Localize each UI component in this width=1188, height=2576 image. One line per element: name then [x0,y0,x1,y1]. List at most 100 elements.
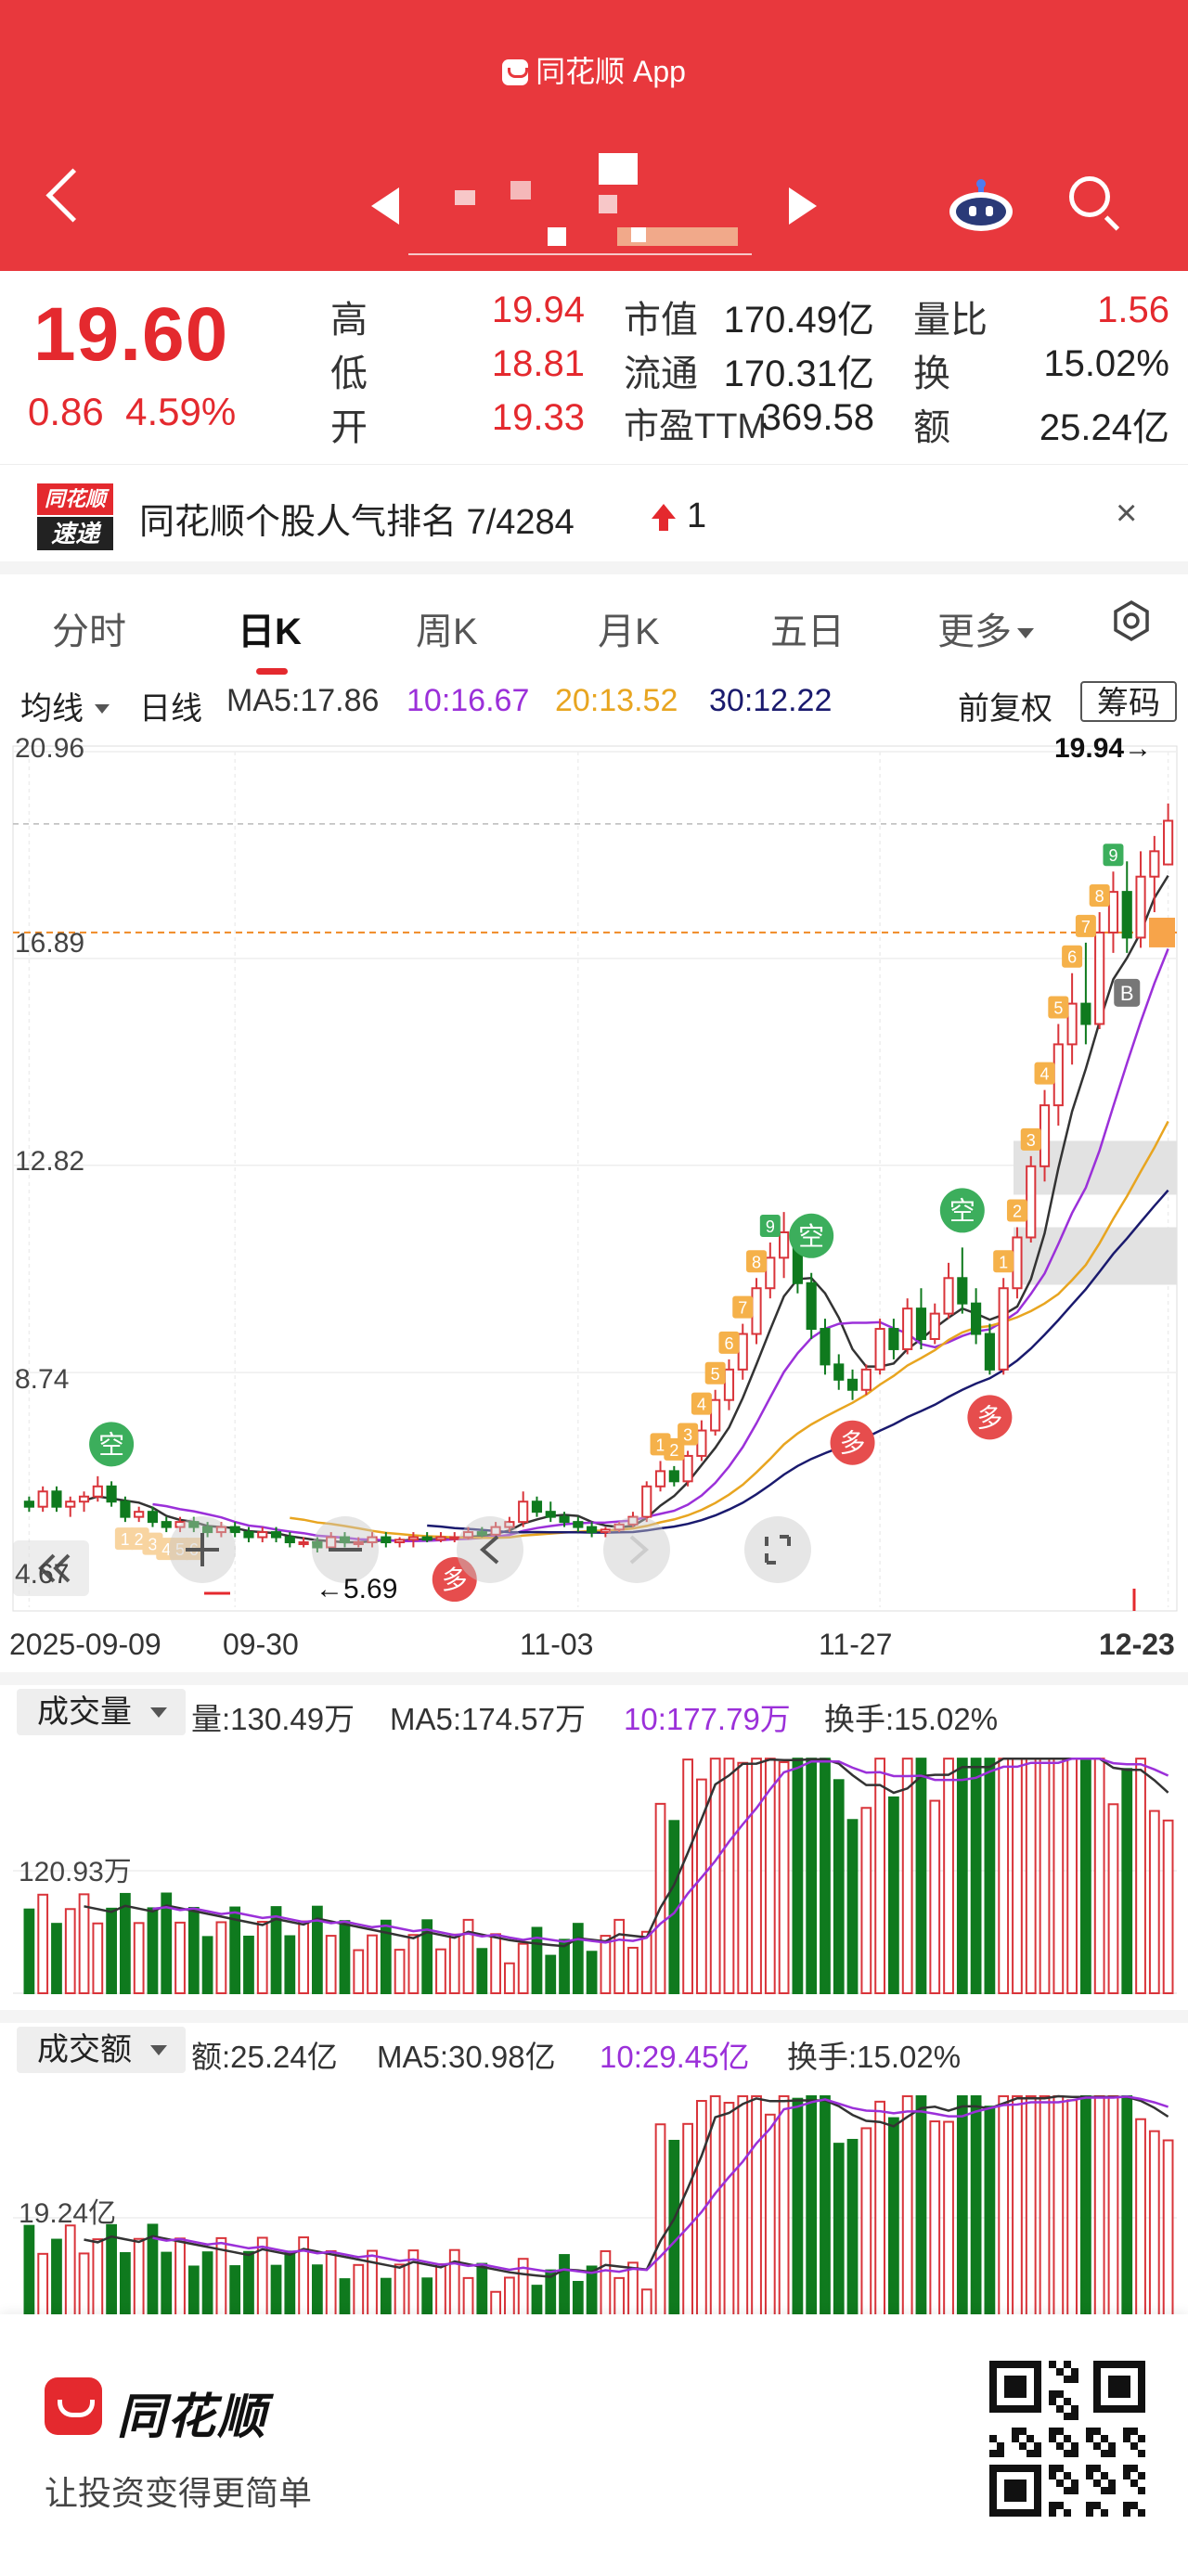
high-marker: 19.94→ [1054,733,1153,764]
volume-bar-up [490,1933,501,1994]
volume-bar-up [600,2249,612,2324]
candle [573,1521,584,1528]
tab-more[interactable]: 更多 [937,601,1034,655]
qr-module [1108,2487,1116,2494]
volume-bar-down [833,2143,845,2324]
amount-indicator-select[interactable]: 成交额 [17,2027,186,2073]
qr-module [1138,2435,1145,2442]
volume-bar-down [888,1796,899,1994]
high-label: 高 [330,300,368,341]
qr-module [1049,2502,1056,2509]
amount-turnover: 换手:15.02% [787,2040,962,2074]
amount-ma5: MA5:30.98亿 [377,2040,556,2074]
settings-icon[interactable] [1110,599,1153,642]
back-icon[interactable] [45,168,100,223]
candle [682,1454,693,1483]
robot-assistant-icon[interactable] [947,178,1015,232]
candle [298,1541,309,1546]
candle [284,1536,295,1544]
qr-module [1012,2428,1019,2435]
line-type: 日线 [139,691,202,727]
volume-bar-up [504,1962,515,1994]
volume-bar-down [888,2117,899,2323]
volume-bar-down [956,2094,968,2323]
volume-bar-up [517,1942,529,1994]
volume-bar-up [435,2263,446,2323]
volume-bar-down [970,1758,982,1994]
candle [147,1511,159,1524]
next-stock-icon[interactable] [789,187,817,225]
volume-bar-down [668,2139,680,2324]
volume-bar-down [147,1907,159,1994]
volume-bar-down [792,1758,804,1994]
volume-bar-down [284,2250,296,2323]
candle [51,1490,62,1508]
volume-bar-up [778,2094,790,2323]
candle [587,1526,598,1534]
volume-ma10: 10:177.79万 [624,1702,791,1736]
close-icon[interactable]: × [1116,493,1137,535]
volume-bar-down [984,2106,996,2323]
candle [1039,1104,1051,1167]
candle [833,1363,845,1381]
qr-module [1049,2361,1056,2368]
low-marker: ←5.69 [316,1574,398,1604]
qr-module [1034,2450,1041,2457]
prev-stock-icon[interactable] [371,187,399,225]
volume-bar-down [586,1951,598,1994]
volume-bar-up [929,2120,941,2323]
volume-bar-up [133,1922,145,1995]
volume-bar-down [106,1907,117,1994]
volume-bar-up [256,1921,268,1994]
qr-module [1108,2450,1116,2457]
volume-bar-up [654,1802,666,1995]
qr-module [1123,2465,1130,2472]
qr-module [1071,2487,1078,2494]
volume-bar-down [187,1906,200,1994]
td-count-text: 9 [766,1217,775,1236]
candle [1026,1165,1037,1239]
popularity-banner[interactable]: 同花顺 速递 同花顺个股人气排名 7/4284 1 × [0,464,1188,574]
scroll-left-button [457,1516,523,1583]
volume-bar-up [1162,2139,1174,2323]
volume-bar-up [435,1948,446,1994]
tab-intraday[interactable]: 分时 [52,601,126,655]
volume-bar-up [174,2237,186,2324]
td-count-text: 2 [135,1530,144,1549]
volume-bar-up [778,1760,790,1995]
qr-module [1064,2450,1071,2457]
volume-chart[interactable]: 120.93万 [0,1741,1188,2001]
volume-bar-down [201,2251,213,2323]
candle [92,1485,103,1498]
search-icon[interactable] [1069,176,1110,217]
tab-monthly-k[interactable]: 月K [598,601,660,655]
adjust-mode[interactable]: 前复权 [958,683,1052,728]
tab-weekly-k[interactable]: 周K [416,601,478,655]
turnover-value: 15.02% [1043,343,1169,384]
candle [1094,931,1105,1025]
volume-bar-up [92,1922,104,1994]
volume-bar-down [1080,1758,1091,1994]
indicator-select[interactable]: 均线 [20,683,110,728]
volume-bar-up [298,1920,309,1995]
tab-five-day[interactable]: 五日 [770,601,845,655]
volume-bar-up [737,1761,749,1994]
amount-chart[interactable]: 19.24亿 [0,2079,1188,2329]
qr-module [1049,2398,1056,2405]
chip-button[interactable]: 筹码 [1080,681,1177,722]
volume-bar-down [284,1935,296,1994]
tab-daily-k[interactable]: 日K [238,601,302,655]
volume-bar-up [1012,1758,1023,1994]
volume-bar-down [559,2254,570,2323]
volume-bar-up [1039,2094,1051,2323]
volume-indicator-select[interactable]: 成交量 [17,1689,186,1735]
candle [229,1526,240,1534]
td-count-text: 2 [669,1441,678,1460]
ma10-value: 10:16.67 [407,683,530,718]
volume-bar-down [984,1758,996,1994]
candle [394,1539,406,1544]
signal-text: 多 [976,1402,1002,1433]
volume-bar-up [1135,2118,1146,2323]
volume-bar-down [270,2264,282,2324]
candlestick-chart[interactable]: 123456789123456123456789空空空多多多B 20.96 16… [0,733,1188,1661]
